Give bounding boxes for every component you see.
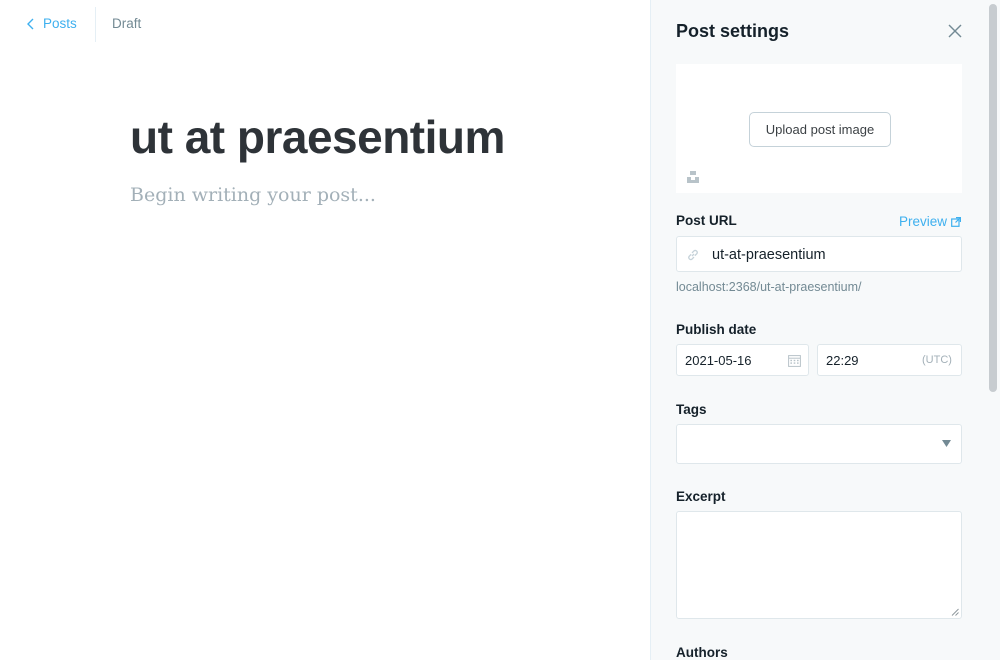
excerpt-textarea[interactable] <box>676 511 962 619</box>
post-settings-panel: Post settings Upload post image Post URL… <box>650 0 1000 660</box>
post-url-label: Post URL <box>676 213 737 228</box>
close-icon[interactable] <box>947 23 963 39</box>
topbar-divider <box>95 7 96 42</box>
link-icon <box>688 249 698 261</box>
excerpt-label: Excerpt <box>676 489 726 504</box>
calendar-icon[interactable] <box>788 354 801 367</box>
post-image-uploader: Upload post image <box>676 64 962 193</box>
tags-label: Tags <box>676 402 707 417</box>
post-full-url: localhost:2368/ut-at-praesentium/ <box>676 280 862 294</box>
panel-title: Post settings <box>676 21 790 41</box>
resize-handle-icon[interactable] <box>951 608 959 616</box>
back-link-label: Posts <box>43 16 77 31</box>
post-url-slug: ut-at-praesentium <box>712 247 826 263</box>
publish-date-label: Publish date <box>676 322 757 337</box>
publish-time-value: 22:29 <box>826 353 859 368</box>
back-to-posts-link[interactable]: Posts <box>26 16 77 31</box>
external-link-icon <box>951 216 962 227</box>
post-status: Draft <box>112 16 142 31</box>
upload-post-image-button[interactable]: Upload post image <box>749 112 891 147</box>
unsplash-icon[interactable] <box>686 170 700 184</box>
scrollbar-thumb[interactable] <box>989 4 997 392</box>
tags-select[interactable] <box>676 424 962 464</box>
publish-time-input[interactable]: 22:29 (UTC) <box>817 344 962 376</box>
post-url-input[interactable]: ut-at-praesentium <box>676 236 962 272</box>
editor-pane: Posts Draft ut at praesentium Begin writ… <box>0 0 650 660</box>
authors-label: Authors <box>676 645 728 660</box>
publish-date-value: 2021-05-16 <box>685 353 752 368</box>
preview-link[interactable]: Preview <box>899 214 962 229</box>
editor-topbar: Posts Draft <box>0 0 650 48</box>
post-body-editor[interactable]: Begin writing your post... <box>130 184 376 206</box>
chevron-left-icon <box>27 18 34 29</box>
caret-down-icon <box>942 440 951 447</box>
post-title-input[interactable]: ut at praesentium <box>130 110 505 164</box>
timezone-label: (UTC) <box>922 354 952 366</box>
preview-label: Preview <box>899 214 948 229</box>
publish-date-input[interactable]: 2021-05-16 <box>676 344 809 376</box>
